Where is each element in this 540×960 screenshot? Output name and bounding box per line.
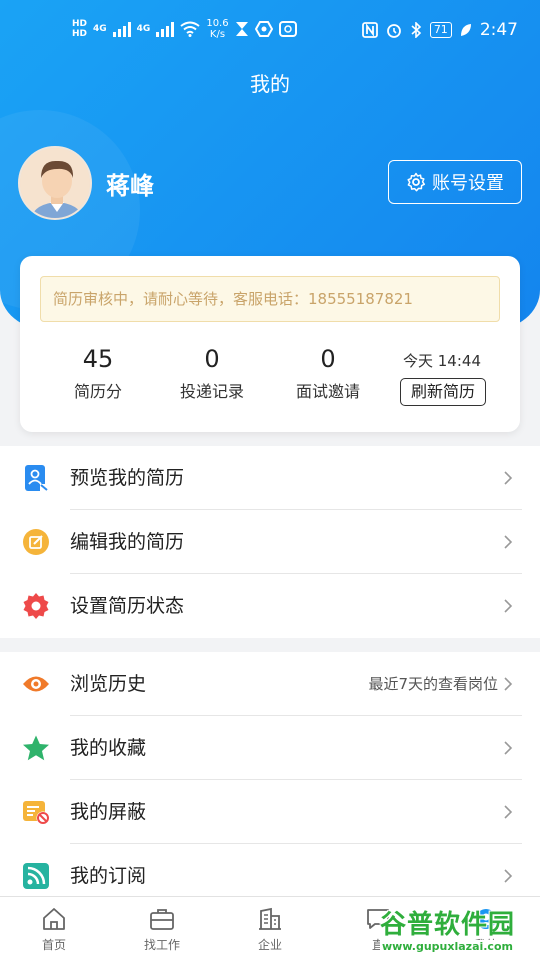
gear-icon: [407, 172, 426, 192]
leaf-icon: [460, 24, 471, 36]
menu-label: 预览我的简历: [70, 467, 185, 489]
stat-value: 45: [82, 345, 114, 373]
menu-item-resume-status[interactable]: 设置简历状态: [0, 574, 540, 638]
chevron-right-icon: [504, 599, 513, 613]
menu-label: 浏览历史: [70, 673, 147, 695]
account-settings-label: 账号设置: [432, 173, 504, 194]
eye-icon: [23, 676, 49, 692]
briefcase-icon: [150, 909, 174, 930]
edit-icon: [23, 529, 49, 555]
star-icon: [23, 735, 49, 761]
chevron-right-icon: [504, 869, 513, 883]
stat-label: 面试邀请: [295, 382, 360, 401]
menu-subtext: 最近7天的查看岗位: [368, 675, 498, 693]
menu-item-browse-history[interactable]: 浏览历史 最近7天的查看岗位: [0, 652, 540, 716]
rss-icon: [23, 863, 49, 889]
chevron-right-icon: [504, 471, 513, 485]
nav-label: 首页: [41, 938, 66, 952]
stat-value: 0: [204, 345, 220, 373]
gear-icon: [23, 593, 49, 619]
alarm-icon: [386, 24, 401, 38]
hd-badge-2: HD: [72, 29, 88, 39]
hd-badge-1: HD: [72, 19, 88, 29]
menu-item-blocked[interactable]: 我的屏蔽: [0, 780, 540, 844]
chevron-right-icon: [504, 741, 513, 755]
review-notice: 简历审核中，请耐心等待，客服电话：18555187821: [40, 276, 500, 322]
account-settings-button[interactable]: 账号设置: [388, 160, 522, 204]
network-type-1: 4G: [93, 24, 107, 34]
clock: 2:47: [479, 20, 518, 40]
menu-item-favorites[interactable]: 我的收藏: [0, 716, 540, 780]
nav-find-job[interactable]: 找工作: [108, 897, 216, 960]
menu-label: 我的收藏: [70, 737, 147, 759]
signal-icon: [112, 21, 131, 37]
hd-badges: HD HD: [72, 19, 87, 39]
chevron-right-icon: [504, 805, 513, 819]
home-icon: [43, 908, 65, 930]
building-icon: [259, 907, 281, 930]
nav-label: 企业: [257, 938, 282, 952]
stat-interview-invites[interactable]: 0 面试邀请: [278, 344, 378, 402]
activity-menu: 浏览历史 最近7天的查看岗位 我的收藏 我的屏蔽 我的订阅: [0, 652, 540, 896]
stat-label: 投递记录: [179, 382, 244, 401]
watermark: 谷普软件园 www.gupuxlazai.com: [376, 904, 540, 958]
network-speed: 10.6 K/s: [206, 18, 228, 40]
chevron-right-icon: [504, 677, 513, 691]
stat-label: 简历分: [73, 382, 122, 401]
hourglass-icon: [235, 22, 248, 36]
stat-applications[interactable]: 0 投递记录: [162, 344, 262, 402]
resume-preview-icon: [25, 465, 48, 491]
page-title: 我的: [250, 72, 290, 96]
resume-menu: 预览我的简历 编辑我的简历 设置简历状态: [0, 446, 540, 638]
menu-item-preview-resume[interactable]: 预览我的简历: [0, 446, 540, 510]
network-type-2: 4G: [136, 24, 151, 34]
nav-label: 找工作: [143, 938, 180, 952]
watermark-title: 谷普软件园: [380, 910, 516, 940]
user-name: 蒋峰: [106, 172, 154, 200]
menu-label: 设置简历状态: [70, 595, 185, 617]
speed-value: 10.6: [206, 18, 229, 29]
wifi-icon: [180, 21, 200, 37]
hexagon-app-icon: [254, 21, 273, 37]
battery-indicator: 71: [429, 22, 452, 38]
refresh-resume-button[interactable]: 刷新简历: [400, 378, 486, 406]
status-bar: HD HD 4G 4G 10.6 K/s 71 2:47: [0, 0, 540, 64]
nav-home[interactable]: 首页: [0, 897, 108, 960]
status-right: 71 2:47: [361, 20, 518, 40]
chevron-right-icon: [504, 535, 513, 549]
menu-item-edit-resume[interactable]: 编辑我的简历: [0, 510, 540, 574]
signal-icon: [156, 21, 175, 37]
message-app-icon: [278, 21, 297, 37]
stat-value: 0: [320, 345, 336, 373]
nfc-icon: [361, 22, 378, 38]
resume-stats-card: 简历审核中，请耐心等待，客服电话：18555187821 45 简历分 0 投递…: [20, 256, 520, 432]
menu-label: 编辑我的简历: [70, 531, 185, 553]
avatar[interactable]: [18, 146, 92, 220]
bluetooth-icon: [411, 22, 421, 38]
block-icon: [23, 801, 50, 825]
nav-companies[interactable]: 企业: [216, 897, 324, 960]
watermark-url: www.gupuxlazai.com: [380, 940, 515, 953]
menu-label: 我的订阅: [70, 865, 147, 887]
status-left: HD HD 4G 4G 10.6 K/s: [72, 18, 297, 40]
refresh-time: 今天 14:44: [403, 352, 481, 370]
stat-resume-score[interactable]: 45 简历分: [48, 344, 148, 402]
menu-label: 我的屏蔽: [70, 801, 147, 823]
speed-unit: K/s: [209, 29, 226, 40]
